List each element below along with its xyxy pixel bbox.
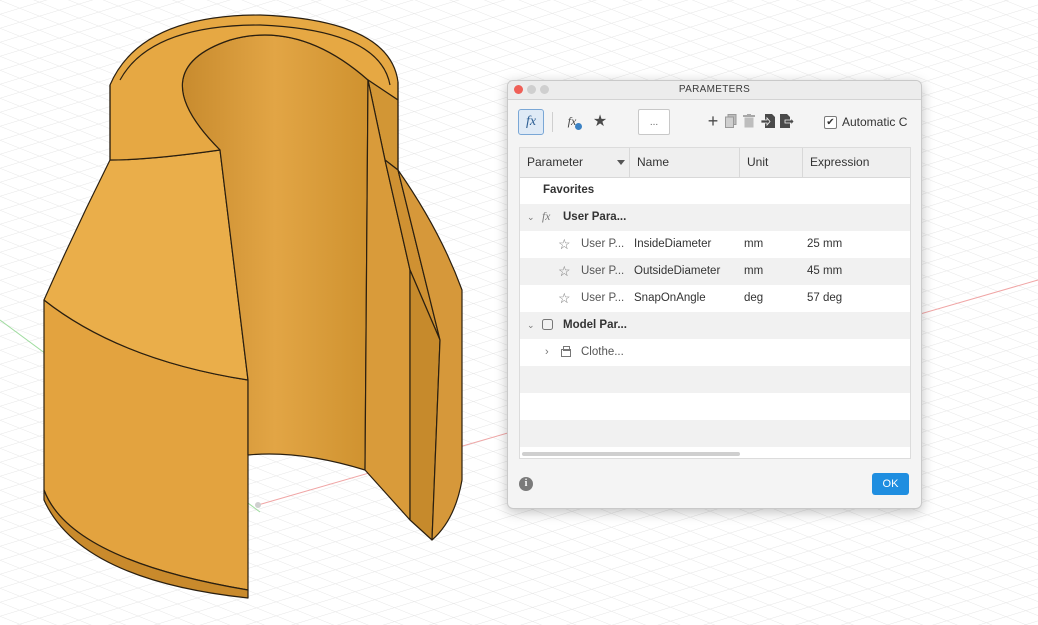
fx-filter-icon[interactable]: fx — [518, 109, 544, 135]
model-parameters-group-label: Model Par... — [563, 319, 627, 331]
dialog-titlebar[interactable]: PARAMETERS — [508, 81, 921, 100]
param-name-cell[interactable]: OutsideDiameter — [634, 258, 720, 285]
param-name-cell[interactable]: SnapOnAngle — [634, 285, 706, 312]
parameters-toolbar: fx fx ★ ... + ✔ Automatic C — [508, 100, 921, 144]
chevron-right-icon[interactable]: › — [545, 339, 549, 366]
param-unit-cell[interactable]: mm — [744, 231, 763, 258]
column-header-unit[interactable]: Unit — [740, 148, 803, 177]
column-header-name[interactable]: Name — [630, 148, 740, 177]
import-icon[interactable] — [759, 111, 777, 131]
automatic-label: Automatic C — [842, 115, 908, 129]
column-header-parameter[interactable]: Parameter — [520, 148, 630, 177]
param-type-cell: User P... — [581, 265, 625, 277]
param-expression-cell[interactable]: 57 deg — [807, 285, 842, 312]
trash-svg — [743, 114, 755, 128]
param-unit-cell[interactable]: deg — [744, 285, 763, 312]
favorites-row[interactable]: Favorites — [520, 177, 910, 204]
param-expression-cell[interactable]: 25 mm — [807, 231, 842, 258]
favorite-star-icon[interactable]: ☆ — [558, 231, 571, 258]
origin-point — [255, 502, 261, 508]
ok-button[interactable]: OK — [872, 473, 909, 495]
fx-icon: fx — [542, 211, 551, 223]
dialog-title: PARAMETERS — [678, 84, 751, 95]
param-expression-cell[interactable]: 45 mm — [807, 258, 842, 285]
favorite-star-icon[interactable]: ☆ — [558, 258, 571, 285]
parameters-dialog: PARAMETERS fx fx ★ ... + ✔ Automatic C P… — [507, 80, 922, 509]
table-row[interactable]: ☆ User P... OutsideDiameter mm 45 mm — [520, 258, 910, 285]
column-header-parameter-label: Parameter — [527, 155, 584, 169]
export-icon[interactable] — [778, 111, 796, 131]
person-icon — [575, 123, 582, 130]
toolbar-divider — [552, 112, 553, 132]
export-svg — [780, 114, 794, 128]
user-parameters-group-row[interactable]: ⌄ fx User Para... — [520, 204, 910, 231]
table-row[interactable]: ☆ User P... SnapOnAngle deg 57 deg — [520, 285, 910, 312]
user-parameters-filter-icon[interactable]: fx — [562, 111, 582, 131]
chevron-down-icon[interactable]: ⌄ — [527, 204, 535, 231]
model-body-icon — [542, 312, 553, 339]
search-input[interactable]: ... — [638, 109, 670, 135]
model-child-label: Clothe... — [581, 346, 624, 358]
info-icon[interactable]: i — [519, 477, 533, 491]
empty-row — [520, 420, 910, 447]
model-parameters-group-row[interactable]: ⌄ Model Par... — [520, 312, 910, 339]
table-header: Parameter Name Unit Expression — [520, 148, 910, 178]
horizontal-scrollbar[interactable] — [522, 452, 740, 456]
chevron-down-icon[interactable]: ⌄ — [527, 312, 535, 339]
delete-icon[interactable] — [740, 111, 758, 131]
sort-caret-icon[interactable] — [617, 160, 625, 165]
param-name-cell[interactable]: InsideDiameter — [634, 231, 711, 258]
param-type-cell: User P... — [581, 292, 625, 304]
column-header-expression[interactable]: Expression — [803, 148, 910, 177]
copy-icon[interactable] — [722, 111, 740, 131]
component-icon — [561, 339, 573, 366]
user-parameters-group-label: User Para... — [563, 211, 627, 223]
model-child-row[interactable]: › Clothe... — [520, 339, 910, 366]
automatic-checkbox[interactable]: ✔ — [824, 116, 837, 129]
copy-svg — [725, 114, 737, 128]
import-svg — [761, 114, 775, 128]
favorites-filter-icon[interactable]: ★ — [590, 111, 610, 131]
param-unit-cell[interactable]: mm — [744, 258, 763, 285]
param-type-cell: User P... — [581, 238, 625, 250]
add-parameter-icon[interactable]: + — [704, 111, 722, 131]
empty-row — [520, 393, 910, 420]
empty-row — [520, 366, 910, 393]
favorite-star-icon[interactable]: ☆ — [558, 285, 571, 312]
favorites-label: Favorites — [543, 184, 595, 196]
table-row[interactable]: ☆ User P... InsideDiameter mm 25 mm — [520, 231, 910, 258]
parameters-table: Parameter Name Unit Expression Favorites… — [519, 147, 911, 459]
